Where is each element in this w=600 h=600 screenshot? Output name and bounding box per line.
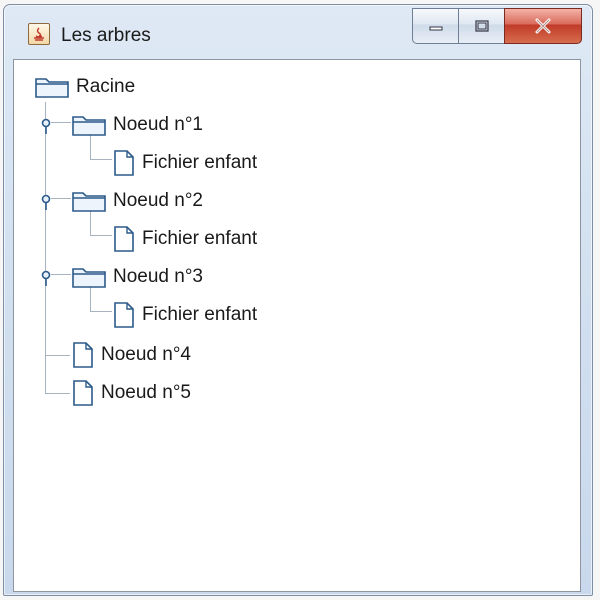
title-bar[interactable]: Les arbres: [4, 5, 592, 59]
tree-node-2-child[interactable]: Fichier enfant: [112, 224, 257, 254]
file-icon: [114, 302, 134, 328]
expand-handle-icon[interactable]: [40, 270, 52, 286]
application-window: Les arbres Racine Noeud n°1 Fichier enfa…: [3, 4, 593, 596]
folder-icon: [72, 116, 106, 136]
tree-line-c3h: [90, 311, 112, 312]
tree-panel[interactable]: Racine Noeud n°1 Fichier enfant Noeud n°…: [13, 59, 581, 592]
maximize-icon: [474, 20, 489, 32]
node-label: Noeud n°2: [113, 190, 203, 211]
window-title: Les arbres: [61, 25, 151, 46]
file-icon: [114, 150, 134, 176]
node-label: Noeud n°1: [113, 114, 203, 135]
minimize-icon: [429, 26, 442, 31]
tree-node-3[interactable]: Noeud n°3: [71, 262, 203, 292]
java-app-icon[interactable]: [28, 23, 50, 45]
tree-node-2[interactable]: Noeud n°2: [71, 186, 203, 216]
tree-node-1[interactable]: Noeud n°1: [71, 110, 203, 140]
expand-handle-icon[interactable]: [40, 194, 52, 210]
close-button[interactable]: [504, 8, 582, 44]
node-label: Noeud n°4: [101, 344, 191, 365]
handle-connector-1: [51, 122, 71, 123]
tree-line-n4: [45, 355, 70, 356]
window-controls: [412, 8, 582, 44]
handle-connector-2: [51, 198, 71, 199]
tree-line-main: [45, 102, 46, 394]
node-label: Fichier enfant: [142, 152, 258, 173]
tree-node-3-child[interactable]: Fichier enfant: [112, 300, 257, 330]
folder-icon: [35, 78, 69, 98]
file-icon: [73, 380, 93, 406]
minimize-button[interactable]: [412, 8, 458, 44]
expand-handle-icon[interactable]: [40, 118, 52, 134]
tree-node-4[interactable]: Noeud n°4: [71, 340, 191, 370]
tree-node-1-child[interactable]: Fichier enfant: [112, 148, 257, 178]
node-label: Fichier enfant: [142, 228, 258, 249]
close-icon: [535, 18, 551, 34]
file-icon: [114, 226, 134, 252]
file-icon: [73, 342, 93, 368]
tree-node-root[interactable]: Racine: [34, 72, 135, 102]
tree-view[interactable]: Racine Noeud n°1 Fichier enfant Noeud n°…: [14, 60, 580, 591]
tree-line-n5: [45, 393, 70, 394]
tree-line-c1h: [90, 159, 112, 160]
node-label: Fichier enfant: [142, 304, 258, 325]
maximize-button[interactable]: [458, 8, 504, 44]
handle-connector-3: [51, 274, 71, 275]
node-label: Noeud n°3: [113, 266, 203, 287]
folder-icon: [72, 268, 106, 288]
tree-node-5[interactable]: Noeud n°5: [71, 378, 191, 408]
folder-icon: [72, 192, 106, 212]
node-label: Noeud n°5: [101, 382, 191, 403]
node-label: Racine: [76, 76, 136, 97]
tree-line-c2h: [90, 235, 112, 236]
